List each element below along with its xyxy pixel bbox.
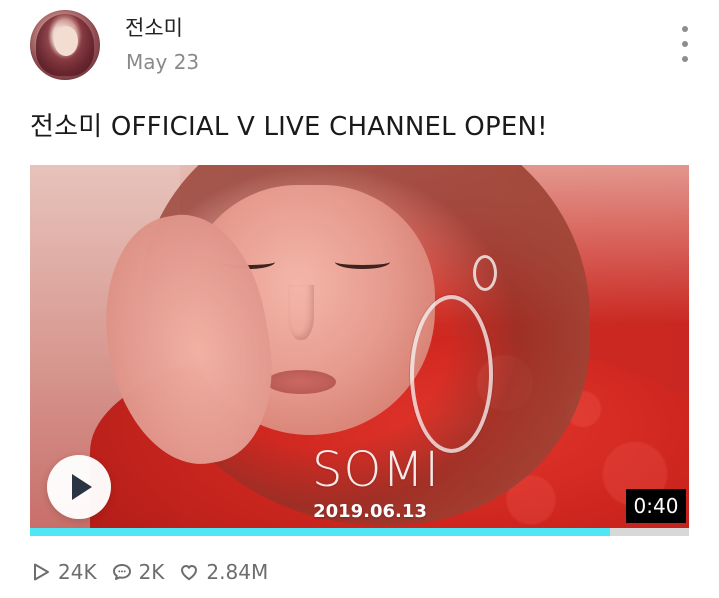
post-title: 전소미 OFFICIAL V LIVE CHANNEL OPEN! — [30, 112, 548, 142]
author-avatar[interactable] — [30, 10, 100, 80]
play-outline-icon — [30, 561, 52, 583]
video-progress-fill — [30, 528, 610, 536]
video-overlay-title: SOMI — [312, 442, 440, 498]
comments-count: 2K — [138, 560, 165, 584]
more-dot — [682, 26, 688, 32]
video-earring-small — [473, 255, 497, 291]
video-earring-hoop — [410, 295, 493, 453]
video-thumbnail[interactable]: SOMI 2019.06.13 0:40 — [30, 165, 689, 530]
plays-stat: 24K — [30, 560, 97, 584]
video-overlay-date: 2019.06.13 — [313, 501, 427, 522]
post-date: May 23 — [126, 50, 200, 74]
more-dot — [682, 41, 688, 47]
likes-count: 2.84M — [206, 560, 269, 584]
video-lips — [266, 370, 336, 394]
comments-stat[interactable]: 2K — [111, 560, 165, 584]
more-dot — [682, 56, 688, 62]
likes-stat[interactable]: 2.84M — [178, 560, 268, 584]
video-duration: 0:40 — [626, 489, 686, 523]
more-options-icon[interactable] — [678, 26, 692, 62]
post-stats: 24K 2K 2.84M — [30, 560, 268, 584]
avatar-face — [54, 26, 78, 56]
comment-icon[interactable] — [111, 561, 133, 583]
video-eye-right — [335, 255, 390, 269]
heart-icon[interactable] — [178, 561, 200, 583]
author-name[interactable]: 전소미 — [125, 12, 183, 42]
play-button[interactable] — [47, 455, 111, 519]
plays-count: 24K — [58, 560, 97, 584]
video-nose — [288, 285, 314, 340]
video-progress-bar[interactable] — [30, 528, 689, 536]
